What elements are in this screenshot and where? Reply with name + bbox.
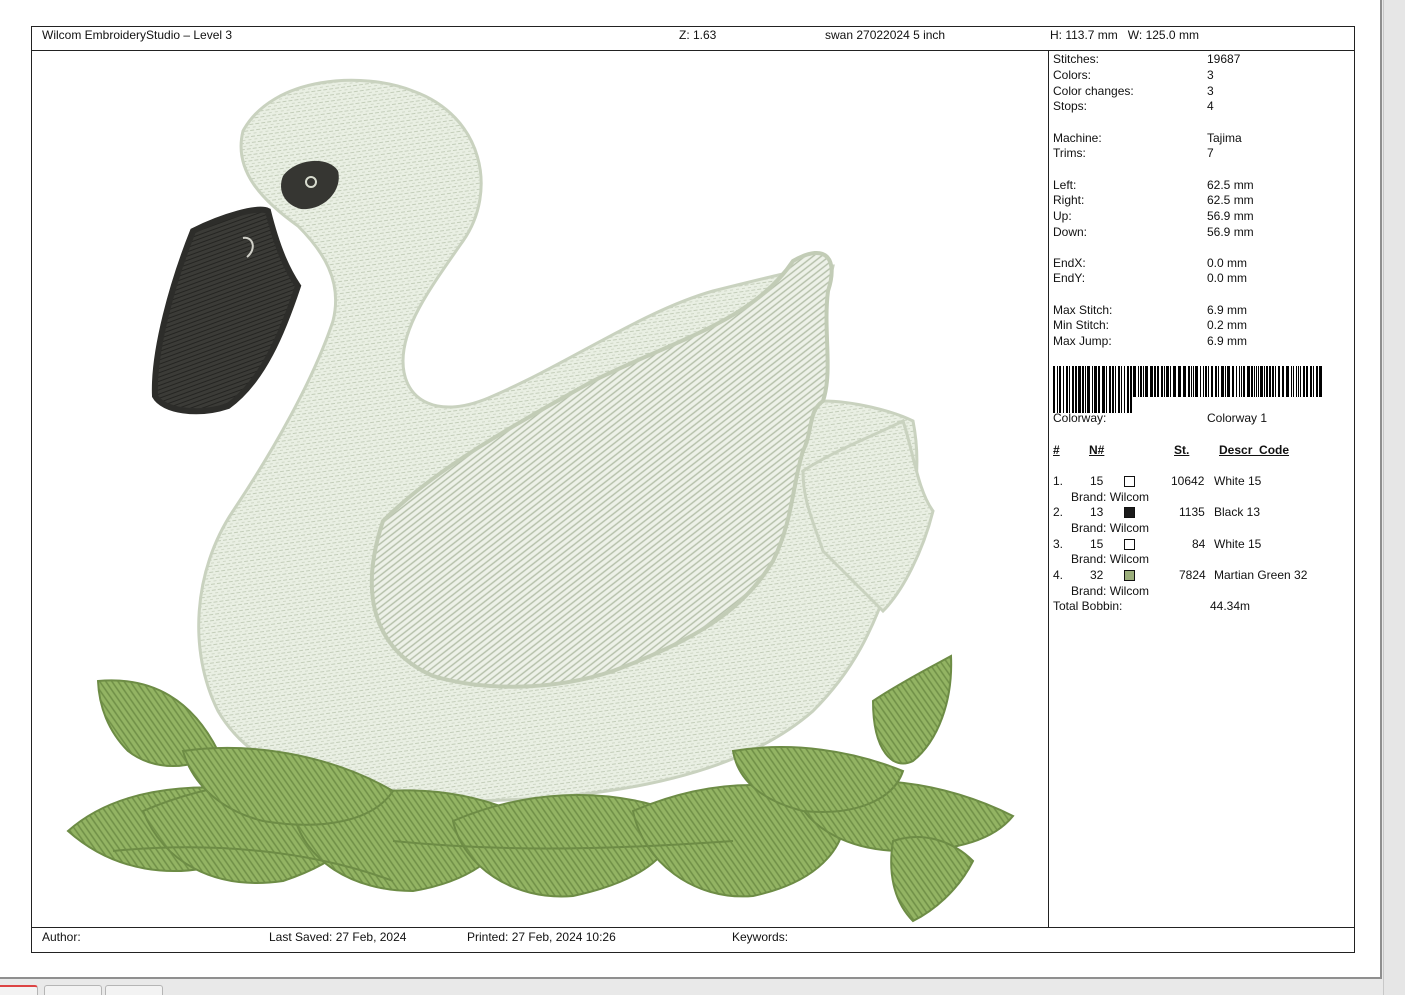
stat-endy: EndY: 0.0 mm [1053,271,1248,285]
stat-colors: Colors: 3 [1053,68,1214,82]
footer-divider [31,927,1355,928]
col-index: # [1053,443,1060,457]
colorway-label: Colorway: [1053,411,1107,425]
col-stitches: St. [1174,443,1190,457]
total-bobbin-label: Total Bobbin: [1053,599,1123,613]
stat-stops: Stops: 4 [1053,99,1214,113]
app-title: Wilcom EmbroideryStudio – Level 3 [42,28,233,42]
stat-left: Left: 62.5 mm [1053,178,1254,192]
stat-color-changes: Color changes: 3 [1053,84,1214,98]
design-name: swan 27022024 5 inch [825,28,946,42]
stat-trims: Trims: 7 [1053,146,1214,160]
stats-divider [1048,50,1049,927]
color-swatch [1124,476,1135,487]
last-saved: Last Saved: 27 Feb, 2024 [269,930,407,944]
stat-stitches: Stitches: 19687 [1053,52,1241,66]
barcode-icon [1053,366,1322,413]
stat-up: Up: 56.9 mm [1053,209,1254,223]
tab-1[interactable] [0,985,38,995]
stat-down: Down: 56.9 mm [1053,225,1254,239]
stat-max-jump: Max Jump: 6.9 mm [1053,334,1248,348]
colorway-value: Colorway 1 [1207,411,1268,425]
author-label: Author: [42,930,81,944]
total-bobbin-value: 44.34m [1210,599,1251,613]
printed-date: Printed: 27 Feb, 2024 10:26 [467,930,616,944]
print-preview-sheet: Wilcom EmbroideryStudio – Level 3 Z: 1.6… [0,0,1382,979]
col-number: N# [1089,443,1105,457]
tab-2[interactable] [44,985,102,995]
zoom-readout: Z: 1.63 [679,28,717,42]
swan-icon [151,78,935,803]
bottom-tab-strip [0,985,1383,995]
stat-machine: Machine: Tajima [1053,131,1242,145]
color-swatch [1124,507,1135,518]
color-swatch [1124,539,1135,550]
beak-icon [151,206,302,415]
embroidery-design-preview [66,78,1015,923]
tab-3[interactable] [105,985,163,995]
stat-max-stitch: Max Stitch: 6.9 mm [1053,303,1248,317]
color-swatch [1124,570,1135,581]
keywords-label: Keywords: [732,930,789,944]
col-description: Descr_Code [1219,443,1290,457]
design-size: H: 113.7 mm W: 125.0 mm [1050,28,1199,42]
vertical-scrollbar[interactable] [1383,0,1405,995]
stat-endx: EndX: 0.0 mm [1053,256,1248,270]
stat-right: Right: 62.5 mm [1053,193,1254,207]
stat-min-stitch: Min Stitch: 0.2 mm [1053,318,1248,332]
